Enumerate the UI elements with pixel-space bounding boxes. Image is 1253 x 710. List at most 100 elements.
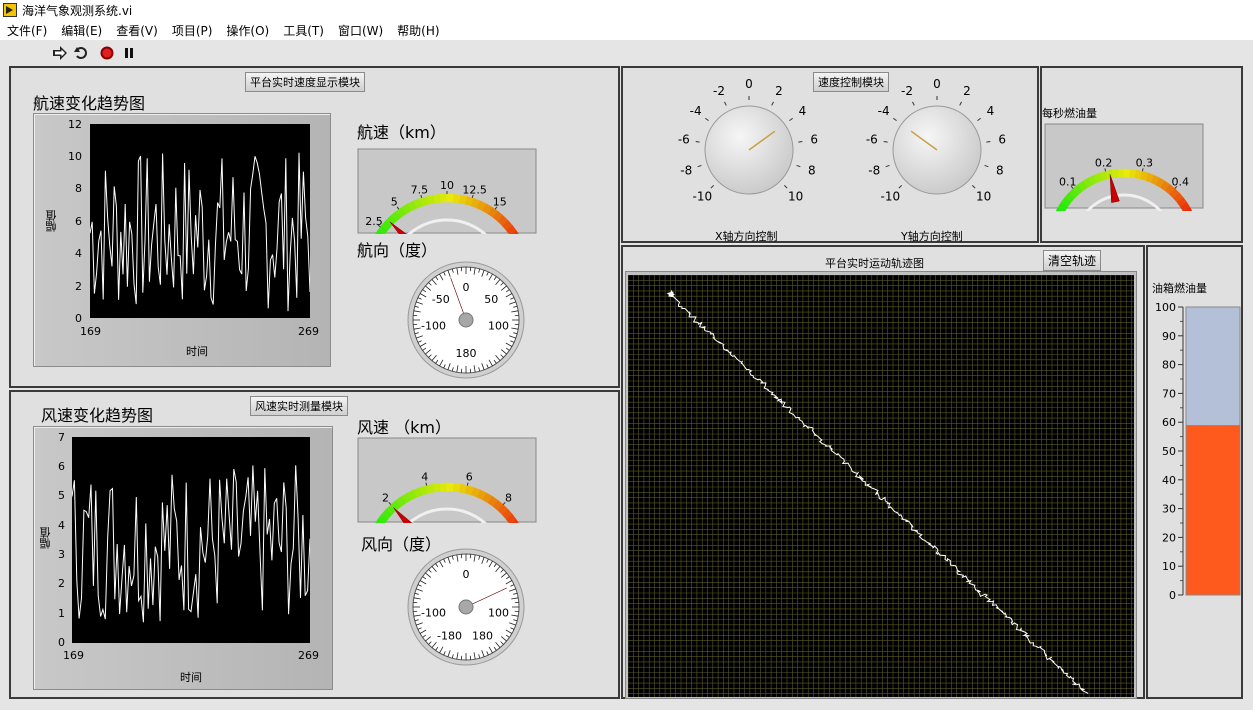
speed-gauge-tick-label: 2.5 (365, 215, 383, 228)
run-arrow-icon[interactable] (52, 46, 68, 60)
x-knob-tick (784, 185, 788, 189)
wind-gauge-tick-label: 2 (382, 492, 389, 505)
fuel-rate-panel: 每秒燃油量 0 0.1 0.2 0.3 0.4 0.5 (1040, 66, 1243, 243)
heading-dial-tick-label: 100 (488, 320, 509, 333)
fuel-gauge-scale-band (1123, 168, 1131, 178)
wind-trend-trace (71, 465, 311, 623)
fuel-tank: 1009080706050403020100 (1155, 301, 1241, 602)
y-axis-control-knob[interactable]: 0 2 4 6 8 10 -2 -4 -6 -8-10 (851, 78, 1021, 228)
wind-ytick: 4 (58, 519, 65, 532)
menu-window[interactable]: 窗口(W) (331, 22, 390, 39)
trajectory-frame (625, 271, 1137, 699)
speed-xlabel: 时间 (186, 345, 208, 358)
wind-ytick: 2 (58, 577, 65, 590)
x-knob-tick-label: -4 (690, 104, 702, 118)
y-knob-tick-label: -8 (868, 163, 880, 177)
speed-module-button[interactable]: 平台实时速度显示模块 (245, 72, 365, 92)
fuel-gauge-scale-band (1111, 168, 1119, 179)
wind-module-button[interactable]: 风速实时测量模块 (250, 396, 348, 416)
wind-ytick: 0 (58, 636, 65, 649)
tank-panel: 油箱燃油量 100 90 80 70 60 50 40 30 20 10 0 (1146, 245, 1243, 699)
speed-gauge-label: 航速（km） (357, 123, 446, 142)
tank-tick-label: 10 (1162, 560, 1176, 573)
tank-empty-area (1186, 307, 1240, 426)
wind-x-start: 169 (63, 649, 84, 662)
y-knob-tick (984, 164, 989, 168)
menu-operate[interactable]: 操作(O) (219, 22, 276, 39)
speed-graph-frame: 12 10 8 6 4 2 0 幅值 169 269 时间 (33, 113, 331, 367)
y-knob-tick (986, 141, 991, 143)
wind-module-panel: 风速实时测量模块 风速变化趋势图 7 6 5 4 3 2 1 0 幅值 169 … (9, 390, 620, 699)
abort-icon[interactable] (99, 46, 115, 60)
x-knob-tick (724, 101, 727, 106)
x-knob-tick-label: -6 (678, 133, 690, 147)
y-knob-tick (959, 101, 962, 106)
tank-tick-label: 100 (1155, 301, 1176, 314)
wind-dial-tick-label: 0 (463, 568, 470, 581)
x-knob-label: X轴方向控制 (715, 230, 778, 243)
speed-plot-area (89, 124, 311, 318)
y-knob-tick-label: 10 (976, 190, 991, 204)
speed-ytick: 4 (75, 247, 82, 260)
tank-tick-label: 70 (1162, 387, 1176, 400)
fuel-gauge-tick-label: 0 (1044, 209, 1049, 211)
heading-dial-tick-label: 0 (463, 281, 470, 294)
menu-edit[interactable]: 编辑(E) (54, 22, 109, 39)
fuel-gauge-tick-label: 0.3 (1136, 156, 1154, 169)
wind-gauge-tick-label: 4 (421, 471, 428, 484)
menu-help[interactable]: 帮助(H) (390, 22, 446, 39)
tank-tick-label: 40 (1162, 474, 1176, 487)
wind-x-end: 269 (298, 649, 319, 662)
menu-bar: 文件(F) 编辑(E) 查看(V) 项目(P) 操作(O) 工具(T) 窗口(W… (0, 20, 1253, 40)
menu-file[interactable]: 文件(F) (0, 22, 54, 39)
fuel-gauge-tick-label: 0.2 (1095, 156, 1113, 169)
wind-graph-frame: 7 6 5 4 3 2 1 0 幅值 169 269 时间 (33, 426, 333, 690)
x-knob-tick-label: 8 (808, 163, 816, 177)
speed-ytick: 10 (68, 150, 82, 163)
y-knob-tick (883, 141, 888, 143)
speed-x-start: 169 (80, 325, 101, 338)
y-knob-label: Y轴方向控制 (901, 230, 963, 243)
wind-ytick: 5 (58, 489, 65, 502)
x-knob-tick-label: 2 (775, 84, 783, 98)
speed-x-end: 269 (298, 325, 319, 338)
x-knob-tick (798, 141, 803, 143)
y-knob-tick (898, 185, 902, 189)
speed-ytick: 6 (75, 215, 82, 228)
window-titlebar: 海洋气象观测系统.vi (0, 0, 1253, 20)
fuel-gauge-tick (1141, 168, 1144, 172)
wind-gauge-tick-label: 6 (466, 471, 473, 484)
speed-gauge-tick-label: 10 (440, 179, 454, 192)
wind-ylabel: 幅值 (39, 527, 52, 549)
menu-project[interactable]: 项目(P) (165, 22, 220, 39)
trajectory-title: 平台实时运动轨迹图 (825, 257, 924, 270)
menu-tools[interactable]: 工具(T) (276, 22, 331, 39)
x-knob-tick (789, 117, 793, 122)
tank-tick-label: 30 (1162, 503, 1176, 516)
x-knob-tick-label: 6 (810, 133, 818, 147)
run-continuously-icon[interactable] (74, 46, 90, 60)
menu-view[interactable]: 查看(V) (109, 22, 165, 39)
speed-gauge: 02.557.51012.51520 (357, 148, 537, 234)
speed-gauge-scale-band (433, 193, 442, 204)
tank-label: 油箱燃油量 (1152, 282, 1207, 295)
x-knob-tick-label: 10 (788, 190, 803, 204)
y-knob-tick-label: 4 (987, 104, 995, 118)
speed-gauge-scale-band (446, 193, 455, 203)
y-knob-tick (972, 185, 976, 189)
heading-dial-tick-label: -100 (421, 320, 446, 333)
x-knob-tick (695, 141, 700, 143)
x-knob-tick-label: 4 (799, 104, 807, 118)
tank-tick-label: 60 (1162, 416, 1176, 429)
heading-dial-tick-label: 50 (484, 293, 498, 306)
clear-trajectory-button[interactable]: 清空轨迹 (1043, 250, 1102, 271)
tank-tick-label: 80 (1162, 359, 1176, 372)
x-axis-control-knob[interactable]: 0 2 4 6 8 10 -2 -4 -6 -8-10 (663, 78, 833, 228)
pause-icon[interactable] (121, 46, 137, 60)
speed-gauge-tick-label: 15 (493, 196, 507, 209)
speed-ytick: 8 (75, 182, 82, 195)
wind-gauge-scale-band (439, 482, 448, 492)
velocity-control-panel: 速度控制模块 0 2 4 6 8 10 -2 -4 -6 -8 -10 0 2 4 6 8 10 -2 -4 -6-… (621, 66, 1039, 243)
speed-trend-trace (89, 152, 311, 312)
x-knob-tick-label: -2 (713, 84, 725, 98)
